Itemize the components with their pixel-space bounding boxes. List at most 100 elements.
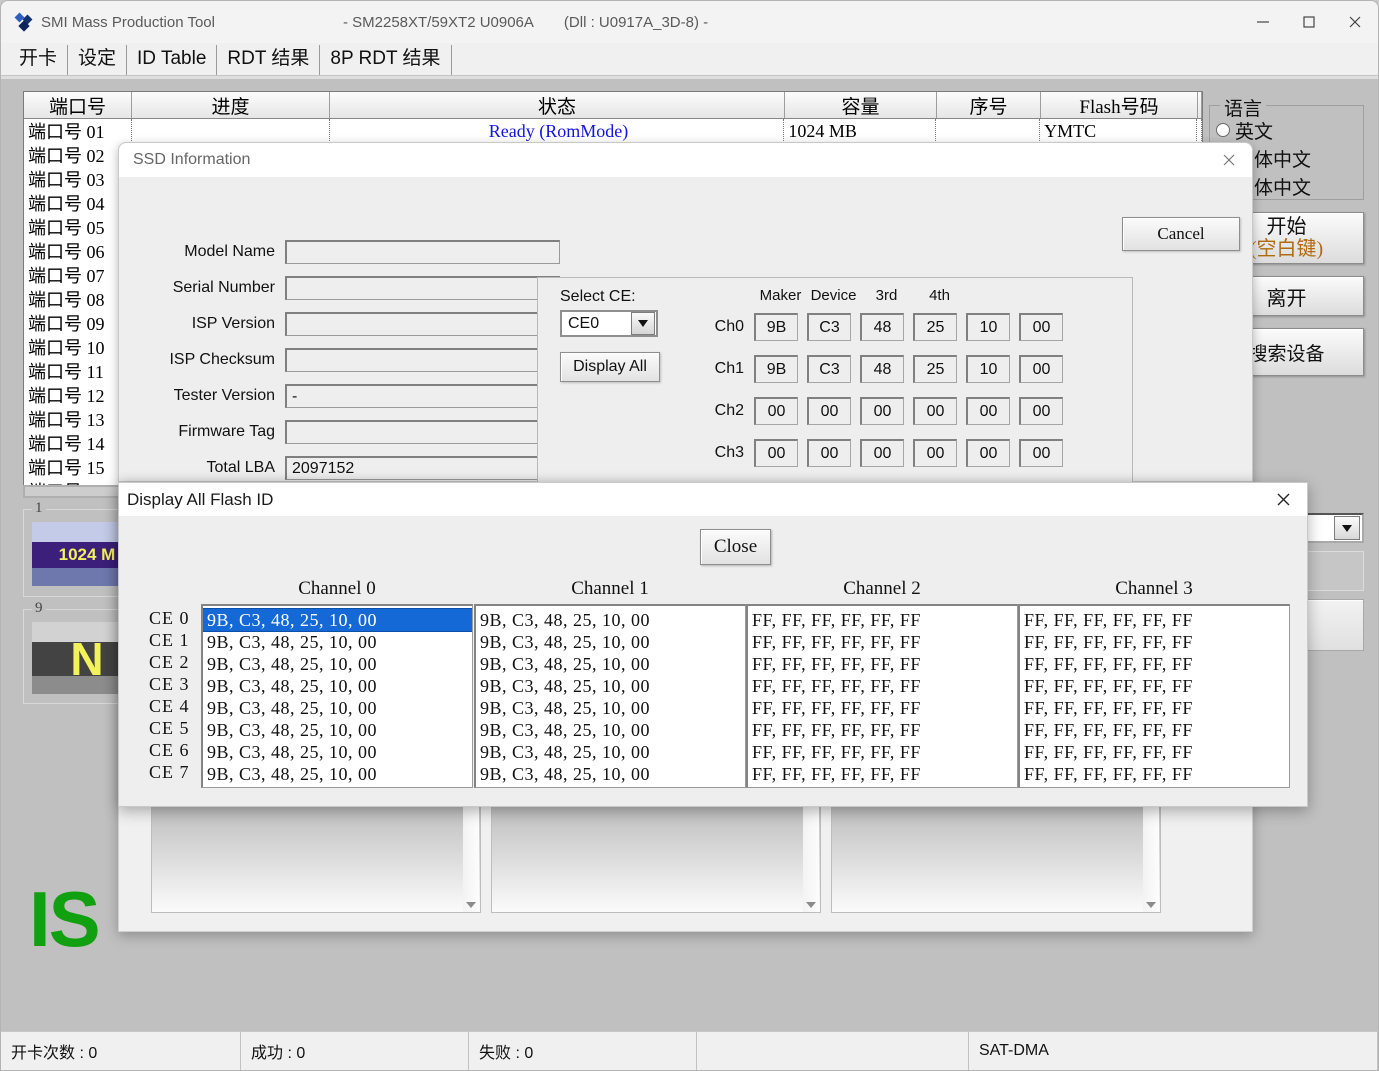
field-value-firmware-tag[interactable]	[285, 420, 560, 444]
tab-id-table[interactable]: ID Table	[127, 45, 217, 75]
ce-value-cell[interactable]: 10	[966, 313, 1010, 341]
tab-settings[interactable]: 设定	[68, 45, 127, 75]
ce-value-cell[interactable]: 00	[754, 397, 798, 425]
ssd-field-row: Model Name	[133, 239, 560, 265]
list-item[interactable]: FF, FF, FF, FF, FF, FF	[1020, 697, 1289, 719]
list-item[interactable]: 9B, C3, 48, 25, 10, 00	[203, 675, 472, 697]
ce-value-cell[interactable]: 00	[860, 439, 904, 467]
ce-value-cell[interactable]: 00	[754, 439, 798, 467]
field-value-isp-version[interactable]	[285, 312, 560, 336]
channel-0-listbox[interactable]: 9B, C3, 48, 25, 10, 009B, C3, 48, 25, 10…	[201, 604, 473, 788]
list-item[interactable]: FF, FF, FF, FF, FF, FF	[1020, 609, 1289, 631]
field-value-isp-checksum[interactable]	[285, 348, 560, 372]
flash-dialog-close-icon[interactable]	[1269, 487, 1297, 512]
select-ce-dropdown[interactable]: CE0	[560, 310, 658, 337]
ce-row-label: CE 0	[137, 607, 199, 629]
ssd-listbox-2[interactable]	[491, 803, 821, 913]
ce-value-cell[interactable]: 48	[860, 313, 904, 341]
ce-value-cell[interactable]: 00	[1019, 355, 1063, 383]
ce-value-cell[interactable]: 00	[1019, 439, 1063, 467]
list-item[interactable]: FF, FF, FF, FF, FF, FF	[748, 763, 1017, 785]
channel-2-listbox[interactable]: FF, FF, FF, FF, FF, FFFF, FF, FF, FF, FF…	[746, 604, 1018, 788]
ce-row-label: Ch1	[708, 360, 754, 378]
list-item[interactable]: 9B, C3, 48, 25, 10, 00	[203, 653, 472, 675]
ce-value-cell[interactable]: 00	[966, 439, 1010, 467]
ssd-dialog-close-icon[interactable]	[1214, 147, 1244, 173]
ce-row-label: CE 7	[137, 761, 199, 783]
field-value-tester-version[interactable]: -	[285, 384, 560, 408]
ce-value-cell[interactable]: 00	[1019, 313, 1063, 341]
ce-value-cell[interactable]: 00	[860, 397, 904, 425]
ce-value-cell[interactable]: 9B	[754, 355, 798, 383]
ce-value-cell[interactable]: C3	[807, 355, 851, 383]
ce-value-cell[interactable]: C3	[807, 313, 851, 341]
ce-value-cell[interactable]: 00	[966, 397, 1010, 425]
ce-row-label: CE 1	[137, 629, 199, 651]
ce-value-cell[interactable]: 48	[860, 355, 904, 383]
list-item[interactable]: FF, FF, FF, FF, FF, FF	[748, 631, 1017, 653]
list-item[interactable]: 9B, C3, 48, 25, 10, 00	[203, 741, 472, 763]
channel-3-listbox[interactable]: FF, FF, FF, FF, FF, FFFF, FF, FF, FF, FF…	[1018, 604, 1290, 788]
list-item[interactable]: 9B, C3, 48, 25, 10, 00	[476, 653, 745, 675]
ssd-field-row: ISP Version	[133, 311, 560, 337]
ce-value-cell[interactable]: 25	[913, 313, 957, 341]
brand-banner-text: IS	[29, 874, 99, 965]
close-button[interactable]	[1332, 1, 1378, 43]
ce-value-cell[interactable]: 00	[913, 439, 957, 467]
list-item[interactable]: 9B, C3, 48, 25, 10, 00	[476, 741, 745, 763]
list-item[interactable]: 9B, C3, 48, 25, 10, 00	[203, 763, 472, 785]
field-value-serial-number[interactable]	[285, 276, 560, 300]
list-item[interactable]: FF, FF, FF, FF, FF, FF	[1020, 763, 1289, 785]
cancel-button[interactable]: Cancel	[1122, 217, 1240, 251]
list-item[interactable]: 9B, C3, 48, 25, 10, 00	[203, 631, 472, 653]
list-item[interactable]: 9B, C3, 48, 25, 10, 00	[476, 763, 745, 785]
tab-kaika[interactable]: 开卡	[9, 45, 68, 75]
list-item[interactable]: 9B, C3, 48, 25, 10, 00	[203, 609, 472, 631]
ce-value-cell[interactable]: 00	[913, 397, 957, 425]
ssd-listbox-1[interactable]	[151, 803, 481, 913]
list-item[interactable]: 9B, C3, 48, 25, 10, 00	[203, 697, 472, 719]
list-item[interactable]: FF, FF, FF, FF, FF, FF	[1020, 741, 1289, 763]
list-item[interactable]: 9B, C3, 48, 25, 10, 00	[476, 631, 745, 653]
list-item[interactable]: FF, FF, FF, FF, FF, FF	[748, 675, 1017, 697]
list-item[interactable]: FF, FF, FF, FF, FF, FF	[1020, 653, 1289, 675]
list-item[interactable]: 9B, C3, 48, 25, 10, 00	[476, 675, 745, 697]
cell-port: 端口号 02	[24, 143, 132, 167]
ce-value-cell[interactable]: 00	[1019, 397, 1063, 425]
close-button[interactable]: Close	[700, 529, 771, 565]
col-header-extra	[1198, 92, 1202, 118]
ssd-listbox-3-scrollbar[interactable]	[1143, 804, 1159, 912]
tab-rdt-result[interactable]: RDT 结果	[217, 45, 320, 75]
list-item[interactable]: FF, FF, FF, FF, FF, FF	[748, 653, 1017, 675]
list-item[interactable]: FF, FF, FF, FF, FF, FF	[1020, 675, 1289, 697]
table-row[interactable]: 端口号 01Ready (RomMode)1024 MBYMTC	[24, 119, 1202, 143]
cell-port: 端口号 15	[24, 455, 132, 479]
ce-value-cell[interactable]: 25	[913, 355, 957, 383]
list-item[interactable]: 9B, C3, 48, 25, 10, 00	[203, 719, 472, 741]
list-item[interactable]: 9B, C3, 48, 25, 10, 00	[476, 719, 745, 741]
maximize-button[interactable]	[1286, 1, 1332, 43]
ce-value-cell[interactable]: 00	[807, 439, 851, 467]
cell-capacity: 1024 MB	[784, 119, 936, 143]
list-item[interactable]: 9B, C3, 48, 25, 10, 00	[476, 697, 745, 719]
ce-value-cell[interactable]: 00	[807, 397, 851, 425]
ssd-dialog-titlebar: SSD Information	[119, 143, 1252, 177]
list-item[interactable]: FF, FF, FF, FF, FF, FF	[1020, 719, 1289, 741]
list-item[interactable]: FF, FF, FF, FF, FF, FF	[748, 719, 1017, 741]
field-value-model-name[interactable]	[285, 240, 560, 264]
tab-8p-rdt-result[interactable]: 8P RDT 结果	[320, 45, 451, 75]
ssd-listbox-3[interactable]	[831, 803, 1161, 913]
ssd-listbox-2-scrollbar[interactable]	[803, 804, 819, 912]
ssd-listbox-1-scrollbar[interactable]	[463, 804, 479, 912]
ce-value-cell[interactable]: 9B	[754, 313, 798, 341]
display-all-button[interactable]: Display All	[560, 352, 660, 382]
channel-1-listbox[interactable]: 9B, C3, 48, 25, 10, 009B, C3, 48, 25, 10…	[474, 604, 746, 788]
list-item[interactable]: FF, FF, FF, FF, FF, FF	[748, 609, 1017, 631]
list-item[interactable]: FF, FF, FF, FF, FF, FF	[748, 741, 1017, 763]
minimize-button[interactable]	[1240, 1, 1286, 43]
ce-value-cell[interactable]: 10	[966, 355, 1010, 383]
list-item[interactable]: FF, FF, FF, FF, FF, FF	[1020, 631, 1289, 653]
list-item[interactable]: 9B, C3, 48, 25, 10, 00	[476, 609, 745, 631]
list-item[interactable]: FF, FF, FF, FF, FF, FF	[748, 697, 1017, 719]
field-value-total-lba[interactable]: 2097152	[285, 456, 560, 480]
